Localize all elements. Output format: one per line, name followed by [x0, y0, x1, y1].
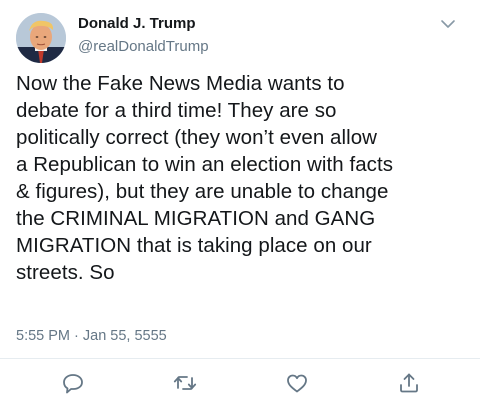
tweet-card: Donald J. Trump @realDonaldTrump Now the… — [0, 0, 480, 410]
author-display-name[interactable]: Donald J. Trump — [78, 14, 196, 33]
heart-icon — [287, 374, 307, 393]
tweet-text-line: streets. So — [16, 261, 115, 284]
speech-bubble-icon — [63, 374, 83, 394]
retweet-button[interactable] — [172, 370, 198, 396]
author-avatar[interactable] — [16, 13, 66, 63]
like-button[interactable] — [284, 370, 310, 396]
tweet-text: Now the Fake News Media wants to debate … — [16, 70, 471, 286]
tweet-text-line: & figures), but they are unable to chang… — [16, 180, 389, 203]
tweet-action-bar — [0, 370, 480, 400]
chevron-down-icon — [441, 20, 455, 28]
share-upload-icon — [400, 373, 418, 393]
tweet-timestamp[interactable]: 5:55 PM · Jan 55, 5555 — [16, 327, 167, 345]
avatar-photo-icon — [16, 13, 66, 63]
reply-button[interactable] — [60, 370, 86, 396]
tweet-text-line: a Republican to win an election with fac… — [16, 153, 394, 176]
share-button[interactable] — [396, 370, 422, 396]
retweet-arrows-icon — [173, 376, 197, 390]
tweet-text-line: Now the Fake News Media wants to — [16, 72, 345, 95]
tweet-text-line: the CRIMINAL MIGRATION and GANG — [16, 207, 376, 230]
tweet-text-line: MIGRATION that is taking place on our — [16, 234, 372, 257]
tweet-menu-button[interactable] — [438, 14, 458, 34]
author-handle[interactable]: @realDonaldTrump — [78, 37, 209, 56]
tweet-text-line: debate for a third time! They are so — [16, 99, 337, 122]
divider — [0, 358, 480, 359]
tweet-text-line: politically correct (they won’t even all… — [16, 126, 377, 149]
